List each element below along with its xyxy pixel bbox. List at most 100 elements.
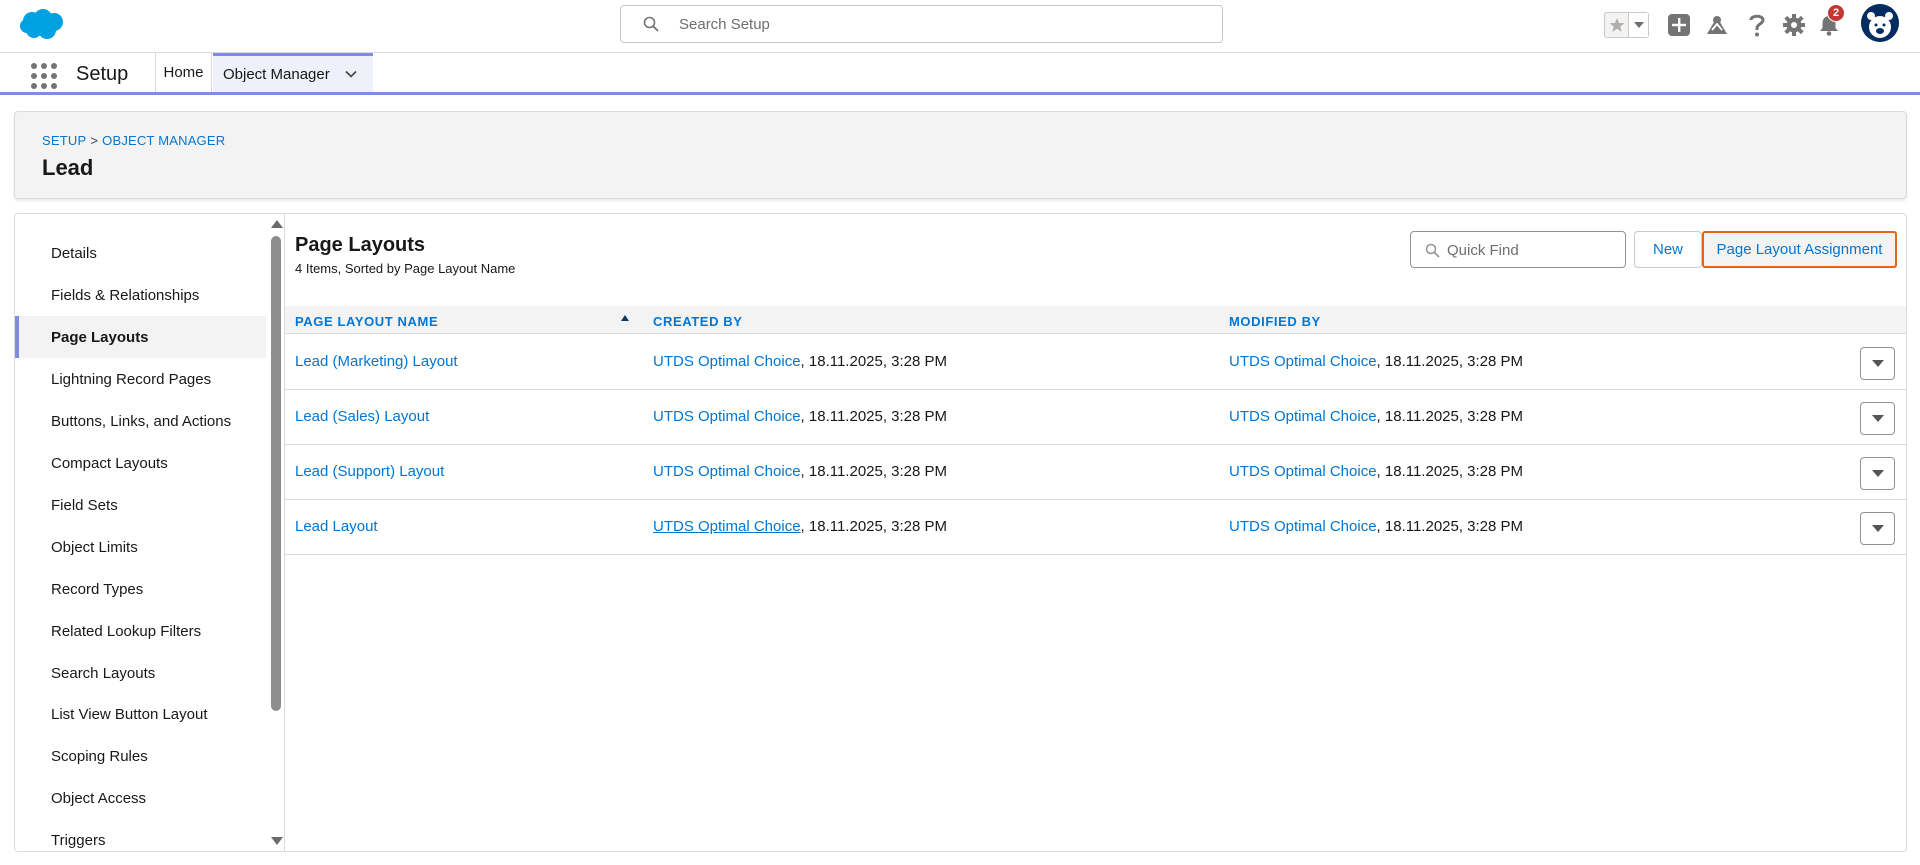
favorites-group xyxy=(1604,12,1649,38)
created-date: , 18.11.2025, 3:28 PM xyxy=(800,518,948,535)
app-name: Setup xyxy=(76,63,129,85)
sidebar-item-triggers[interactable]: Triggers xyxy=(15,819,266,851)
row-actions-dropdown[interactable] xyxy=(1860,512,1895,545)
sidebar-item-record-types[interactable]: Record Types xyxy=(15,568,266,610)
table-row: Lead (Marketing) Layout UTDS Optimal Cho… xyxy=(285,335,1906,390)
sidebar-scrollbar[interactable] xyxy=(269,214,283,851)
breadcrumb-setup[interactable]: SETUP xyxy=(42,133,86,148)
created-by-cell: UTDS Optimal Choice, 18.11.2025, 3:28 PM xyxy=(653,463,947,480)
sidebar-item-compact-layouts[interactable]: Compact Layouts xyxy=(15,442,266,484)
sidebar-item-object-limits[interactable]: Object Limits xyxy=(15,526,266,568)
modified-date: , 18.11.2025, 3:28 PM xyxy=(1376,463,1524,480)
modified-by-cell: UTDS Optimal Choice, 18.11.2025, 3:28 PM xyxy=(1229,463,1523,480)
dropdown-arrow-icon xyxy=(1871,360,1884,367)
layout-name-link[interactable]: Lead (Support) Layout xyxy=(295,463,444,480)
created-by-cell: UTDS Optimal Choice, 18.11.2025, 3:28 PM xyxy=(653,353,947,370)
chevron-down-icon[interactable] xyxy=(344,67,358,81)
global-search[interactable] xyxy=(620,5,1223,43)
sort-ascending-icon[interactable] xyxy=(621,315,629,321)
created-date: , 18.11.2025, 3:28 PM xyxy=(800,463,948,480)
created-date: , 18.11.2025, 3:28 PM xyxy=(800,353,948,370)
modified-date: , 18.11.2025, 3:28 PM xyxy=(1376,518,1524,535)
tab-object-manager[interactable]: Object Manager xyxy=(213,53,373,92)
table-row: Lead (Support) Layout UTDS Optimal Choic… xyxy=(285,445,1906,500)
breadcrumb-separator: > xyxy=(90,133,99,148)
content-subtitle: 4 Items, Sorted by Page Layout Name xyxy=(295,261,516,276)
column-header-page-layout-name[interactable]: PAGE LAYOUT NAME xyxy=(295,314,438,329)
sidebar-item-page-layouts[interactable]: Page Layouts xyxy=(15,316,266,358)
dropdown-arrow-icon xyxy=(1871,470,1884,477)
breadcrumb-object-manager[interactable]: OBJECT MANAGER xyxy=(102,133,225,148)
modified-by-user-link[interactable]: UTDS Optimal Choice xyxy=(1229,518,1377,535)
notification-count-badge: 2 xyxy=(1827,4,1845,22)
main-panel: Details Fields & Relationships Page Layo… xyxy=(14,213,1907,852)
created-by-user-link[interactable]: UTDS Optimal Choice xyxy=(653,353,801,370)
sidebar-item-buttons-links-actions[interactable]: Buttons, Links, and Actions xyxy=(15,400,266,442)
sidebar-item-lightning-record-pages[interactable]: Lightning Record Pages xyxy=(15,358,266,400)
quick-find-input[interactable] xyxy=(1447,239,1617,261)
layout-name-link[interactable]: Lead Layout xyxy=(295,518,378,535)
layout-name-link[interactable]: Lead (Marketing) Layout xyxy=(295,353,458,370)
help-icon[interactable] xyxy=(1744,12,1770,38)
table-row: Lead (Sales) Layout UTDS Optimal Choice,… xyxy=(285,390,1906,445)
salesforce-cloud-icon[interactable] xyxy=(18,8,66,42)
created-by-user-link[interactable]: UTDS Optimal Choice xyxy=(653,408,801,425)
modified-by-cell: UTDS Optimal Choice, 18.11.2025, 3:28 PM xyxy=(1229,518,1523,535)
layout-name-link[interactable]: Lead (Sales) Layout xyxy=(295,408,429,425)
modified-by-user-link[interactable]: UTDS Optimal Choice xyxy=(1229,408,1377,425)
global-add-icon[interactable] xyxy=(1666,12,1692,38)
new-button[interactable]: New xyxy=(1634,231,1702,268)
tab-home[interactable]: Home xyxy=(156,53,212,92)
search-icon xyxy=(1425,243,1440,258)
quick-find[interactable] xyxy=(1410,231,1626,268)
created-by-cell: UTDS Optimal Choice, 18.11.2025, 3:28 PM xyxy=(653,518,947,535)
created-by-user-link[interactable]: UTDS Optimal Choice xyxy=(653,463,801,480)
dropdown-arrow-icon xyxy=(1871,415,1884,422)
created-by-cell: UTDS Optimal Choice, 18.11.2025, 3:28 PM xyxy=(653,408,947,425)
modified-by-cell: UTDS Optimal Choice, 18.11.2025, 3:28 PM xyxy=(1229,408,1523,425)
table-row: Lead Layout UTDS Optimal Choice, 18.11.2… xyxy=(285,500,1906,555)
favorites-dropdown-icon[interactable] xyxy=(1629,13,1648,37)
row-actions-dropdown[interactable] xyxy=(1860,402,1895,435)
sidebar-item-field-sets[interactable]: Field Sets xyxy=(15,484,266,526)
sidebar-nav: Details Fields & Relationships Page Layo… xyxy=(15,214,267,851)
created-date: , 18.11.2025, 3:28 PM xyxy=(800,408,948,425)
breadcrumb: SETUP > OBJECT MANAGER xyxy=(42,133,225,148)
dropdown-arrow-icon xyxy=(1871,525,1884,532)
table-header: PAGE LAYOUT NAME CREATED BY MODIFIED BY xyxy=(285,306,1906,334)
sidebar-item-object-access[interactable]: Object Access xyxy=(15,777,266,819)
global-search-input[interactable] xyxy=(679,12,1199,36)
scroll-down-arrow-icon[interactable] xyxy=(271,837,283,845)
modified-date: , 18.11.2025, 3:28 PM xyxy=(1376,353,1524,370)
context-bar: Setup Home Object Manager xyxy=(0,53,1920,95)
row-actions-dropdown[interactable] xyxy=(1860,457,1895,490)
sidebar-item-related-lookup-filters[interactable]: Related Lookup Filters xyxy=(15,610,266,652)
created-by-user-link[interactable]: UTDS Optimal Choice xyxy=(653,518,801,535)
page-layouts-content: Page Layouts 4 Items, Sorted by Page Lay… xyxy=(285,214,1906,851)
column-header-created-by[interactable]: CREATED BY xyxy=(653,314,743,329)
search-icon xyxy=(643,16,659,32)
favorites-star-icon[interactable] xyxy=(1605,13,1629,37)
column-header-modified-by[interactable]: MODIFIED BY xyxy=(1229,314,1321,329)
page-title: Lead xyxy=(42,155,94,180)
page-layout-assignment-button[interactable]: Page Layout Assignment xyxy=(1702,231,1897,268)
sidebar-item-search-layouts[interactable]: Search Layouts xyxy=(15,652,266,694)
sidebar-item-details[interactable]: Details xyxy=(15,232,266,274)
modified-by-user-link[interactable]: UTDS Optimal Choice xyxy=(1229,353,1377,370)
modified-by-user-link[interactable]: UTDS Optimal Choice xyxy=(1229,463,1377,480)
app-launcher-icon[interactable] xyxy=(30,62,58,90)
row-actions-dropdown[interactable] xyxy=(1860,347,1895,380)
user-avatar[interactable] xyxy=(1861,4,1899,42)
scroll-up-arrow-icon[interactable] xyxy=(271,220,283,228)
tab-object-manager-label: Object Manager xyxy=(223,65,330,83)
content-title: Page Layouts xyxy=(295,234,426,256)
sidebar-item-fields-relationships[interactable]: Fields & Relationships xyxy=(15,274,266,316)
setup-gear-icon[interactable] xyxy=(1781,12,1807,38)
sidebar-item-scoping-rules[interactable]: Scoping Rules xyxy=(15,735,266,777)
scrollbar-thumb[interactable] xyxy=(271,236,281,711)
modified-date: , 18.11.2025, 3:28 PM xyxy=(1376,408,1524,425)
global-header: 2 xyxy=(0,0,1920,53)
trailhead-icon[interactable] xyxy=(1704,12,1730,38)
modified-by-cell: UTDS Optimal Choice, 18.11.2025, 3:28 PM xyxy=(1229,353,1523,370)
sidebar-item-list-view-button-layout[interactable]: List View Button Layout xyxy=(15,693,266,735)
